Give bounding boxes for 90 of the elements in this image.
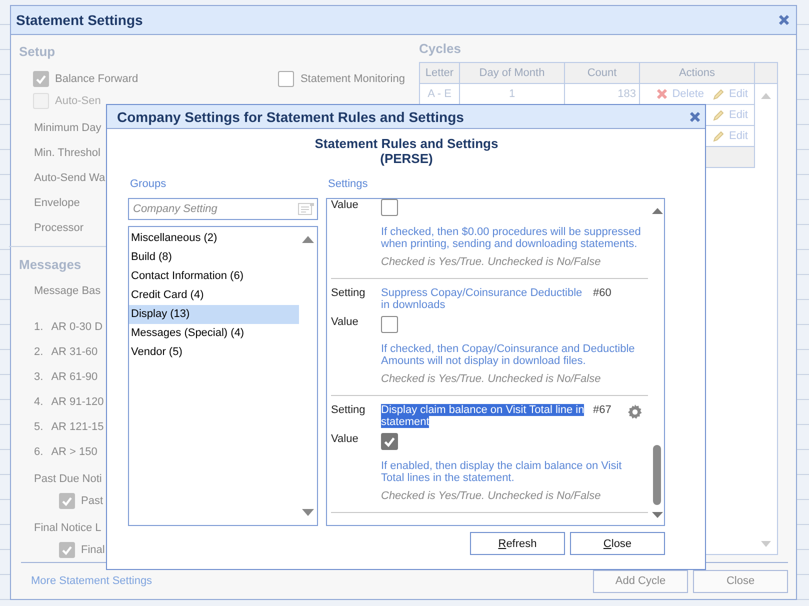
section-heading: Cycles xyxy=(419,41,461,56)
value-checkbox[interactable] xyxy=(381,316,398,333)
field-label: Minimum Day xyxy=(34,121,102,136)
setting-number: #67 xyxy=(593,404,612,416)
checkbox-label: Auto-Sen xyxy=(55,95,101,107)
check-icon xyxy=(35,73,47,85)
dialog-subheading: (PERSE) xyxy=(380,151,433,166)
setting-label: Setting xyxy=(331,404,366,416)
column-header: Count xyxy=(565,63,640,83)
list-number: 6. xyxy=(34,446,44,458)
scroll-down-icon[interactable] xyxy=(302,508,314,517)
setting-label: Setting xyxy=(331,287,366,299)
dialog-heading: Statement Rules and Settings xyxy=(314,136,498,151)
group-item[interactable]: Contact Information (6) xyxy=(129,267,299,286)
message-label: AR > 150 xyxy=(51,446,98,458)
value-checkbox[interactable] xyxy=(381,199,398,216)
scroll-up-icon[interactable] xyxy=(652,207,662,215)
pencil-icon[interactable] xyxy=(712,108,726,122)
setting-name: Display claim balance on Visit Total line in statement xyxy=(381,404,586,428)
value-label: Value xyxy=(331,199,360,211)
value-checkbox[interactable] xyxy=(381,433,398,450)
check-icon xyxy=(61,495,73,507)
dialog-button[interactable]: Close xyxy=(570,532,665,555)
setting-number: #60 xyxy=(593,287,612,299)
checkbox[interactable] xyxy=(59,542,75,558)
checkbox[interactable] xyxy=(278,71,294,87)
message-label: AR 121-15 xyxy=(51,420,104,432)
section-heading: Messages xyxy=(19,257,82,272)
pencil-icon[interactable] xyxy=(712,130,726,142)
field-label: Message Bas xyxy=(33,284,101,299)
checkbox-label: Statement Monitoring xyxy=(300,73,405,85)
search-field[interactable]: Company Setting xyxy=(128,198,318,220)
field-label: Auto-Send Wa xyxy=(34,171,106,186)
column-header: Actions xyxy=(640,63,755,83)
checkbox-label: Balance Forward xyxy=(55,73,138,85)
list-number: 4. xyxy=(34,396,44,408)
settings-label: Settings xyxy=(328,178,369,190)
setting-note: Checked is Yes/True. Unchecked is No/False xyxy=(381,373,602,385)
checkbox[interactable] xyxy=(59,493,75,509)
field-label: Final Notice L xyxy=(34,521,102,536)
setting-description: If checked, then $0.00 procedures will be suppressed when printing, sending and downloading statements. xyxy=(381,226,642,250)
setting-note: Checked is Yes/True. Unchecked is No/False xyxy=(381,490,602,502)
dialog-title: Company Settings for Statement Rules and Settings xyxy=(117,108,464,124)
list-number: 3. xyxy=(34,370,44,382)
group-item[interactable]: Credit Card (4) xyxy=(129,286,299,305)
group-item[interactable]: Vendor (5) xyxy=(129,343,299,362)
scroll-down-icon[interactable] xyxy=(652,511,662,519)
field-label: Envelope xyxy=(34,196,80,211)
field-label: Min. Threshol xyxy=(34,146,100,161)
dialog-button[interactable]: Refresh xyxy=(470,532,565,555)
column-header: Day of Month xyxy=(460,63,565,83)
message-label: AR 0-30 D xyxy=(51,320,103,332)
list-icon[interactable] xyxy=(298,203,314,216)
table-cell: 1 xyxy=(508,88,516,100)
list-number: 1. xyxy=(34,320,44,332)
setting-note: Checked is Yes/True. Unchecked is No/False xyxy=(381,256,602,268)
checkbox[interactable] xyxy=(33,71,49,87)
value-label: Value xyxy=(331,316,360,328)
checkbox-label: Past xyxy=(81,495,104,507)
setting-description: If checked, then Copay/Coinsurance and Deductible Amounts will not display in download files. xyxy=(381,343,636,367)
checkbox-label: Final xyxy=(81,544,105,556)
setting-name: Suppress Copay/Coinsurance Deductible in downloads xyxy=(381,287,584,311)
message-label: AR 61-90 xyxy=(51,370,98,382)
field-label: Processor xyxy=(34,221,84,236)
value-label: Value xyxy=(331,433,360,445)
scrollbar-thumb[interactable] xyxy=(653,445,661,505)
groups-label: Groups xyxy=(130,178,168,190)
group-item[interactable]: Miscellaneous (2) xyxy=(129,229,299,248)
delete-icon[interactable] xyxy=(656,88,668,100)
section-heading: Setup xyxy=(19,44,56,59)
check-icon xyxy=(383,435,396,448)
setting-description: If enabled, then display the claim balance on Visit Total lines in the statement. xyxy=(381,460,623,484)
check-icon xyxy=(61,544,73,556)
table-cell: A - E xyxy=(428,88,452,100)
list-number: 5. xyxy=(34,420,44,432)
gear-icon[interactable] xyxy=(627,404,643,420)
group-item[interactable]: Display (13) xyxy=(129,305,299,324)
scroll-up-icon[interactable] xyxy=(302,235,314,244)
table-cell: 183 xyxy=(618,88,636,100)
window-title: Statement Settings xyxy=(16,12,143,28)
close-icon[interactable] xyxy=(778,14,790,26)
group-item[interactable]: Build (8) xyxy=(129,248,299,267)
pencil-icon[interactable] xyxy=(712,88,726,100)
list-number: 2. xyxy=(34,346,44,358)
field-label: Past Due Noti xyxy=(34,472,102,487)
message-label: AR 31-60 xyxy=(51,346,98,358)
message-label: AR 91-120 xyxy=(51,396,104,408)
group-item[interactable]: Messages (Special) (4) xyxy=(129,324,299,343)
close-icon[interactable] xyxy=(689,110,701,122)
column-header: Letter xyxy=(420,63,460,83)
